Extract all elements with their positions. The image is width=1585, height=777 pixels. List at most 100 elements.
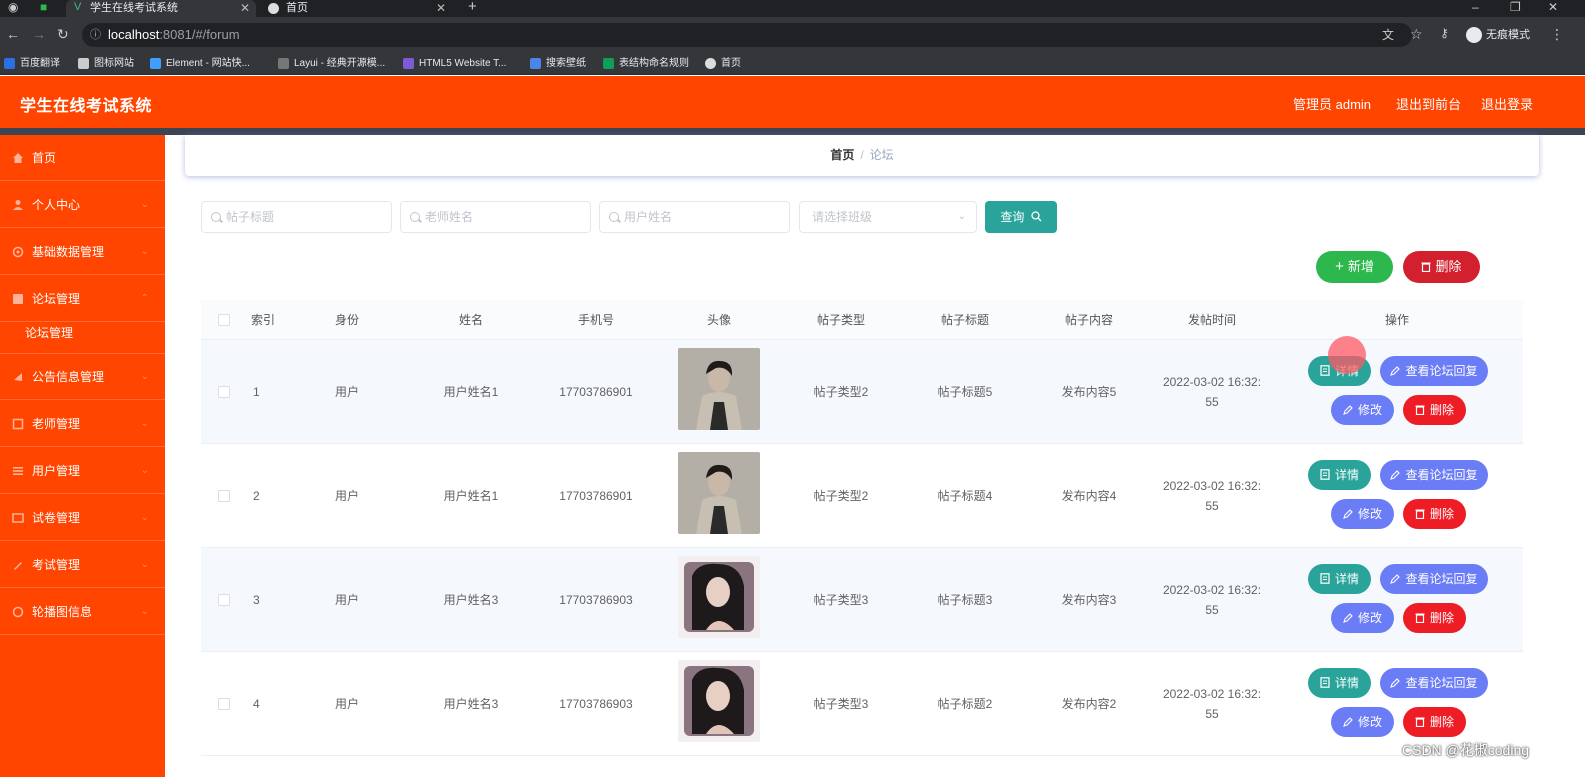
- time-line-2: 55: [1205, 499, 1219, 513]
- bookmark-item[interactable]: 首页: [705, 56, 741, 72]
- sidebar-item-basic-data[interactable]: 基础数据管理 ⌄: [0, 229, 165, 275]
- cell-phone: 17703786901: [559, 489, 633, 503]
- view-replies-button[interactable]: 查看论坛回复: [1380, 460, 1488, 490]
- plus-icon[interactable]: +: [468, 0, 477, 14]
- table-row: 1 用户 用户姓名1 17703786901 帖子类型2 帖子标题5 发布内容5 2022-0…: [201, 340, 1523, 444]
- cell-content: 发布内容5: [1061, 385, 1117, 399]
- sidebar-item-home[interactable]: 首页: [0, 135, 165, 181]
- close-icon[interactable]: ✕: [436, 0, 446, 17]
- tab-label: 首页: [286, 2, 308, 14]
- cell-title: 帖子标题4: [937, 489, 993, 503]
- browser-menu-icon[interactable]: ◉: [8, 0, 18, 14]
- row-checkbox[interactable]: [218, 490, 230, 502]
- cell-type: 帖子类型3: [813, 697, 869, 711]
- edit-button[interactable]: 修改: [1331, 499, 1394, 529]
- query-button[interactable]: 查询: [985, 201, 1057, 233]
- app-header: 学生在线考试系统 管理员 admin 退出到前台 退出登录: [0, 76, 1585, 128]
- exit-to-front-link[interactable]: 退出到前台: [1396, 94, 1461, 113]
- sidebar-item-exams[interactable]: 考试管理 ⌄: [0, 542, 165, 588]
- restore-icon[interactable]: ❐: [1510, 0, 1521, 14]
- delete-button[interactable]: 删除: [1403, 395, 1466, 425]
- bookmark-item[interactable]: Element - 网站快...: [150, 56, 250, 72]
- bookmark-item[interactable]: HTML5 Website T...: [403, 56, 506, 72]
- trash-icon: [1415, 717, 1425, 728]
- delete-label: 删除: [1429, 611, 1454, 625]
- edit-button[interactable]: 修改: [1331, 603, 1394, 633]
- cell-index: 2: [253, 489, 260, 503]
- select-all-checkbox[interactable]: [218, 314, 230, 326]
- row-checkbox[interactable]: [218, 386, 230, 398]
- document-icon: [1320, 365, 1330, 376]
- edit-icon: [1343, 405, 1353, 415]
- back-icon[interactable]: ←: [6, 26, 20, 42]
- minimize-icon[interactable]: –: [1472, 0, 1479, 14]
- url-field[interactable]: ⓘ localhost:8081/#/forum: [82, 23, 1412, 47]
- bookmark-item[interactable]: 表结构命名规则: [603, 56, 689, 72]
- edit-button[interactable]: 修改: [1331, 395, 1394, 425]
- post-title-placeholder: 帖子标题: [226, 210, 275, 224]
- add-button[interactable]: + 新增: [1316, 251, 1393, 283]
- app-title: 学生在线考试系统: [20, 98, 153, 115]
- sidebar-item-users[interactable]: 用户管理 ⌄: [0, 448, 165, 494]
- column-header: 身份: [334, 313, 359, 327]
- settings-icon: [12, 246, 24, 258]
- close-icon[interactable]: ✕: [240, 0, 250, 17]
- column-header: 手机号: [577, 313, 614, 327]
- teacher-icon: [12, 418, 24, 430]
- translate-icon[interactable]: 文: [1382, 26, 1394, 43]
- bookmark-item[interactable]: 百度翻译: [4, 56, 60, 72]
- tab-exam-system[interactable]: V 学生在线考试系统 ✕: [66, 0, 256, 17]
- sidebar-item-papers[interactable]: 试卷管理 ⌄: [0, 495, 165, 541]
- delete-button[interactable]: 删除: [1403, 603, 1466, 633]
- incognito-badge[interactable]: 无痕模式: [1466, 26, 1530, 44]
- paper-icon: [12, 513, 24, 523]
- view-replies-button[interactable]: 查看论坛回复: [1380, 668, 1488, 698]
- breadcrumb: 首页 / 论坛: [185, 135, 1539, 176]
- view-replies-button[interactable]: 查看论坛回复: [1380, 356, 1488, 386]
- chevron-down-icon: ⌄: [140, 199, 149, 210]
- sidebar-subitem-forum[interactable]: 论坛管理: [0, 312, 165, 354]
- column-header: 帖子内容: [1064, 313, 1113, 327]
- user-name-search-input[interactable]: 用户姓名: [599, 201, 790, 233]
- row-checkbox[interactable]: [218, 698, 230, 710]
- batch-delete-button[interactable]: 删除: [1403, 251, 1480, 283]
- column-header: 发帖时间: [1187, 313, 1236, 327]
- logout-link[interactable]: 退出登录: [1481, 94, 1533, 113]
- browser-addressbar: ← → ↻ ⓘ localhost:8081/#/forum 文 ☆ ⚷ 无痕模…: [0, 17, 1585, 53]
- avatar: [678, 452, 760, 534]
- sidebar-item-personal-center[interactable]: 个人中心 ⌄: [0, 182, 165, 228]
- tab-home[interactable]: 首页 ✕: [262, 0, 452, 17]
- key-icon[interactable]: ⚷: [1440, 26, 1449, 40]
- teacher-name-search-input[interactable]: 老师姓名: [400, 201, 591, 233]
- breadcrumb-home[interactable]: 首页: [830, 148, 854, 162]
- view-replies-button[interactable]: 查看论坛回复: [1380, 564, 1488, 594]
- delete-label: 删除: [1429, 715, 1454, 729]
- reload-icon[interactable]: ↻: [57, 26, 69, 43]
- detail-button[interactable]: 详情: [1308, 564, 1371, 594]
- bookmark-label: HTML5 Website T...: [419, 58, 507, 69]
- delete-button[interactable]: 删除: [1403, 499, 1466, 529]
- class-select[interactable]: 请选择班级 ⌄: [799, 201, 977, 233]
- cell-time: 2022-03-02 16:32: 55: [1152, 580, 1272, 620]
- edit-button[interactable]: 修改: [1331, 707, 1394, 737]
- sidebar-item-notice[interactable]: 公告信息管理 ⌄: [0, 354, 165, 400]
- forward-icon[interactable]: →: [32, 26, 46, 42]
- chevron-down-icon: ⌄: [140, 371, 149, 382]
- row-checkbox[interactable]: [218, 594, 230, 606]
- cell-content: 发布内容4: [1061, 489, 1117, 503]
- post-title-search-input[interactable]: 帖子标题: [201, 201, 392, 233]
- cell-content: 发布内容3: [1061, 593, 1117, 607]
- window-close-icon[interactable]: ✕: [1548, 0, 1558, 14]
- bookmark-item[interactable]: 图标网站: [78, 56, 134, 72]
- star-icon[interactable]: ☆: [1410, 26, 1423, 43]
- cell-identity: 用户: [334, 697, 359, 711]
- bookmark-item[interactable]: 搜索壁纸: [530, 56, 586, 72]
- sidebar-item-carousel[interactable]: 轮播图信息 ⌄: [0, 589, 165, 635]
- sidebar-item-teacher[interactable]: 老师管理 ⌄: [0, 401, 165, 447]
- search-icon: [609, 212, 619, 222]
- delete-button[interactable]: 删除: [1403, 707, 1466, 737]
- more-icon[interactable]: ⋮: [1550, 26, 1564, 43]
- detail-button[interactable]: 详情: [1308, 668, 1371, 698]
- bookmark-item[interactable]: Layui - 经典开源模...: [278, 56, 385, 72]
- detail-button[interactable]: 详情: [1308, 460, 1371, 490]
